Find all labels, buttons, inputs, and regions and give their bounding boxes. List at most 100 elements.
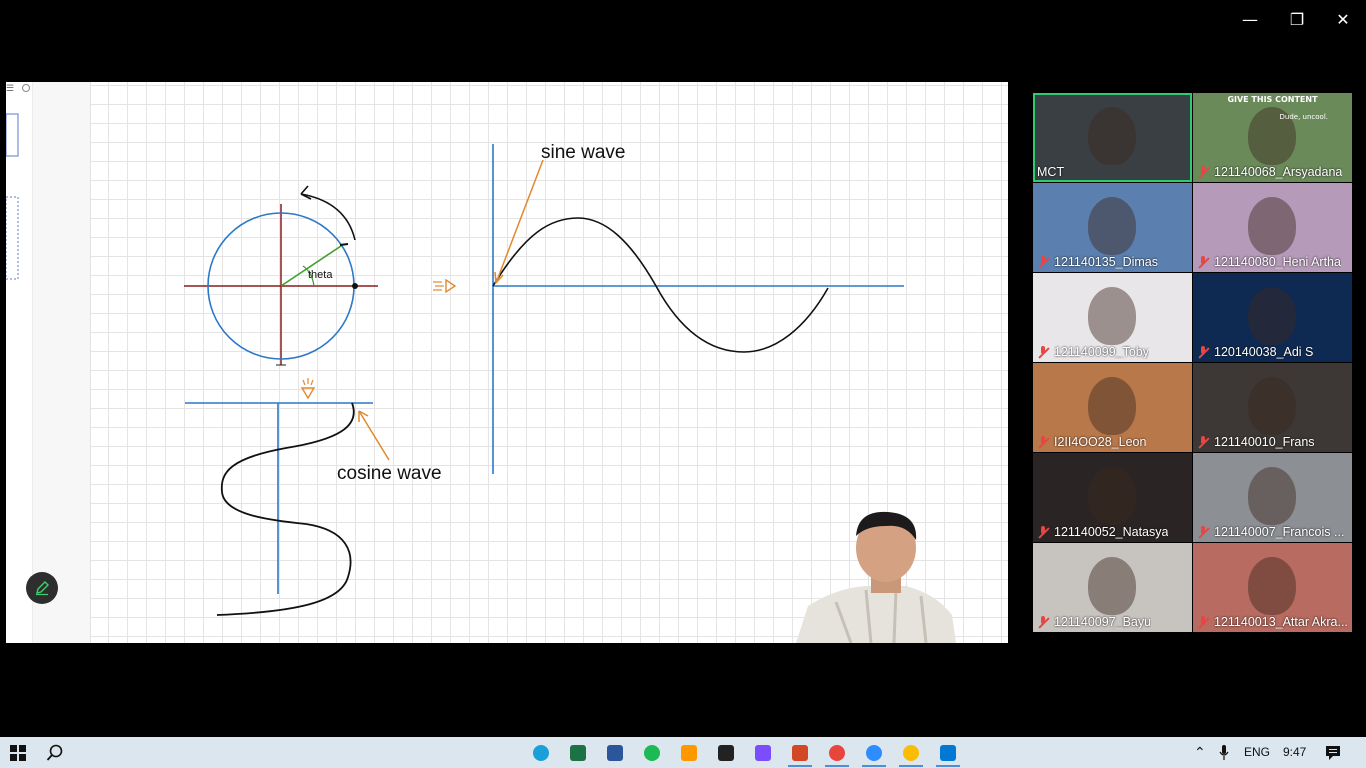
participant-gallery: MCT GIVE THIS CONTENT Dude, uncool. 1211400… xyxy=(1033,93,1353,633)
participant-tile[interactable]: GIVE THIS CONTENT Dude, uncool. 121140068_… xyxy=(1193,93,1352,182)
participant-tile[interactable]: I2II4OO28_Leon xyxy=(1033,363,1192,452)
cosine-curve xyxy=(216,402,355,616)
notifications-icon[interactable] xyxy=(1325,745,1341,761)
running-indicator xyxy=(936,765,960,767)
muted-mic-icon xyxy=(1037,616,1049,628)
participant-name-label: 120140038_Adi S xyxy=(1197,345,1313,359)
chrome-icon[interactable] xyxy=(829,745,845,761)
participant-tile[interactable]: 121140080_Heni Artha xyxy=(1193,183,1352,272)
participant-video xyxy=(1088,287,1136,345)
participant-tile[interactable]: 121140099_Toby xyxy=(1033,273,1192,362)
participant-video xyxy=(1088,197,1136,255)
obsidian-icon[interactable] xyxy=(755,745,771,761)
edge-icon[interactable] xyxy=(533,745,549,761)
participant-tile[interactable]: 121140007_Francois ... xyxy=(1193,453,1352,542)
sine-curve xyxy=(492,217,829,353)
participant-name: 121140097_Bayu xyxy=(1054,615,1152,629)
panel-selection xyxy=(6,196,19,280)
zoom-icon[interactable] xyxy=(866,745,882,761)
language-indicator[interactable]: ENG xyxy=(1244,737,1270,768)
spotify-icon[interactable] xyxy=(644,745,660,761)
cosine-pointer-arrow xyxy=(358,410,390,461)
participant-name-label: 121140080_Heni Artha xyxy=(1197,255,1341,269)
muted-mic-icon xyxy=(1037,436,1049,448)
muted-mic-icon xyxy=(1037,346,1049,358)
powerpoint-icon[interactable] xyxy=(792,745,808,761)
search-icon[interactable] xyxy=(46,744,64,762)
running-indicator xyxy=(788,765,812,767)
participant-name: 121140013_Attar Akra... xyxy=(1214,615,1348,629)
participant-name: 121140068_Arsyadana xyxy=(1214,165,1343,179)
participant-name-label: 121140099_Toby xyxy=(1037,345,1149,359)
sine-wave-label: sine wave xyxy=(541,142,626,163)
participant-name: 121140135_Dimas xyxy=(1054,255,1159,269)
participant-name: MCT xyxy=(1037,165,1065,179)
circle-point xyxy=(352,283,358,289)
shared-whiteboard[interactable]: ☰ sine wave cosine wave theta xyxy=(6,82,1008,643)
close-button[interactable]: ✕ xyxy=(1331,8,1355,32)
participant-name: I2II4OO28_Leon xyxy=(1054,435,1147,449)
muted-mic-icon xyxy=(1037,256,1049,268)
participant-name: 121140007_Francois ... xyxy=(1214,525,1345,539)
share-top-bar xyxy=(6,48,1008,82)
muted-mic-icon xyxy=(1197,256,1209,268)
muted-mic-icon xyxy=(1197,526,1209,538)
participant-name: 121140080_Heni Artha xyxy=(1214,255,1341,269)
transform-arrow-down xyxy=(300,387,316,400)
participant-video xyxy=(1088,377,1136,435)
running-indicator xyxy=(825,765,849,767)
participant-tile[interactable]: 121140013_Attar Akra... xyxy=(1193,543,1352,632)
participant-name-label: 121140010_Frans xyxy=(1197,435,1315,449)
participant-name-label: 121140052_Natasya xyxy=(1037,525,1168,539)
video-banner-text: GIVE THIS CONTENT xyxy=(1227,95,1318,104)
participant-video xyxy=(1248,197,1296,255)
muted-mic-icon xyxy=(1197,616,1209,628)
microphone-icon[interactable] xyxy=(1218,745,1230,761)
panel-menu-icon: ☰ xyxy=(6,83,14,93)
panel-settings-icon xyxy=(22,84,30,92)
muted-mic-icon xyxy=(1037,526,1049,538)
running-indicator xyxy=(862,765,886,767)
presenter-video-overlay xyxy=(796,511,956,643)
participant-name-label: 121140007_Francois ... xyxy=(1197,525,1344,539)
muted-mic-icon xyxy=(1197,166,1209,178)
vscode-icon[interactable] xyxy=(940,745,956,761)
participant-tile[interactable]: 121140135_Dimas xyxy=(1033,183,1192,272)
restore-button[interactable]: ❐ xyxy=(1285,8,1309,32)
video-caption-text: Dude, uncool. xyxy=(1279,113,1328,121)
minimize-button[interactable]: — xyxy=(1238,8,1262,32)
participant-name-label: MCT xyxy=(1037,165,1064,179)
taskbar-clock[interactable]: 9:47 xyxy=(1283,737,1306,768)
participant-tile[interactable]: 121140052_Natasya xyxy=(1033,453,1192,542)
word-icon[interactable] xyxy=(607,745,623,761)
cosine-wave-label: cosine wave xyxy=(337,463,442,484)
participant-name: 121140099_Toby xyxy=(1054,345,1149,359)
notion-icon[interactable] xyxy=(718,745,734,761)
running-indicator xyxy=(899,765,923,767)
participant-video xyxy=(1088,467,1136,525)
participant-name-label: 121140068_Arsyadana xyxy=(1197,165,1342,179)
participant-video xyxy=(1248,287,1296,345)
participant-tile[interactable]: 121140010_Frans xyxy=(1193,363,1352,452)
participant-name-label: 121140013_Attar Akra... xyxy=(1197,615,1348,629)
participant-tile[interactable]: 120140038_Adi S xyxy=(1193,273,1352,362)
windows-taskbar: ⌃ ENG 9:47 xyxy=(0,737,1366,768)
rotation-arrow xyxy=(300,193,356,241)
participant-name: 121140010_Frans xyxy=(1214,435,1315,449)
participant-video xyxy=(1088,107,1136,165)
participant-video xyxy=(1248,467,1296,525)
excel-icon[interactable] xyxy=(570,745,586,761)
participant-tile[interactable]: 121140097_Bayu xyxy=(1033,543,1192,632)
show-hidden-icons[interactable]: ⌃ xyxy=(1194,737,1206,768)
muted-mic-icon xyxy=(1197,436,1209,448)
pen-tool-button[interactable] xyxy=(26,572,58,604)
panel-page-thumb xyxy=(6,113,19,157)
chrome-icon-2[interactable] xyxy=(903,745,919,761)
participant-video xyxy=(1088,557,1136,615)
sublime-icon[interactable] xyxy=(681,745,697,761)
participant-tile[interactable]: MCT xyxy=(1033,93,1192,182)
windows-start-icon[interactable] xyxy=(10,745,26,761)
transform-arrow-right xyxy=(445,278,457,294)
participant-name-label: 121140097_Bayu xyxy=(1037,615,1151,629)
participant-name-label: I2II4OO28_Leon xyxy=(1037,435,1146,449)
